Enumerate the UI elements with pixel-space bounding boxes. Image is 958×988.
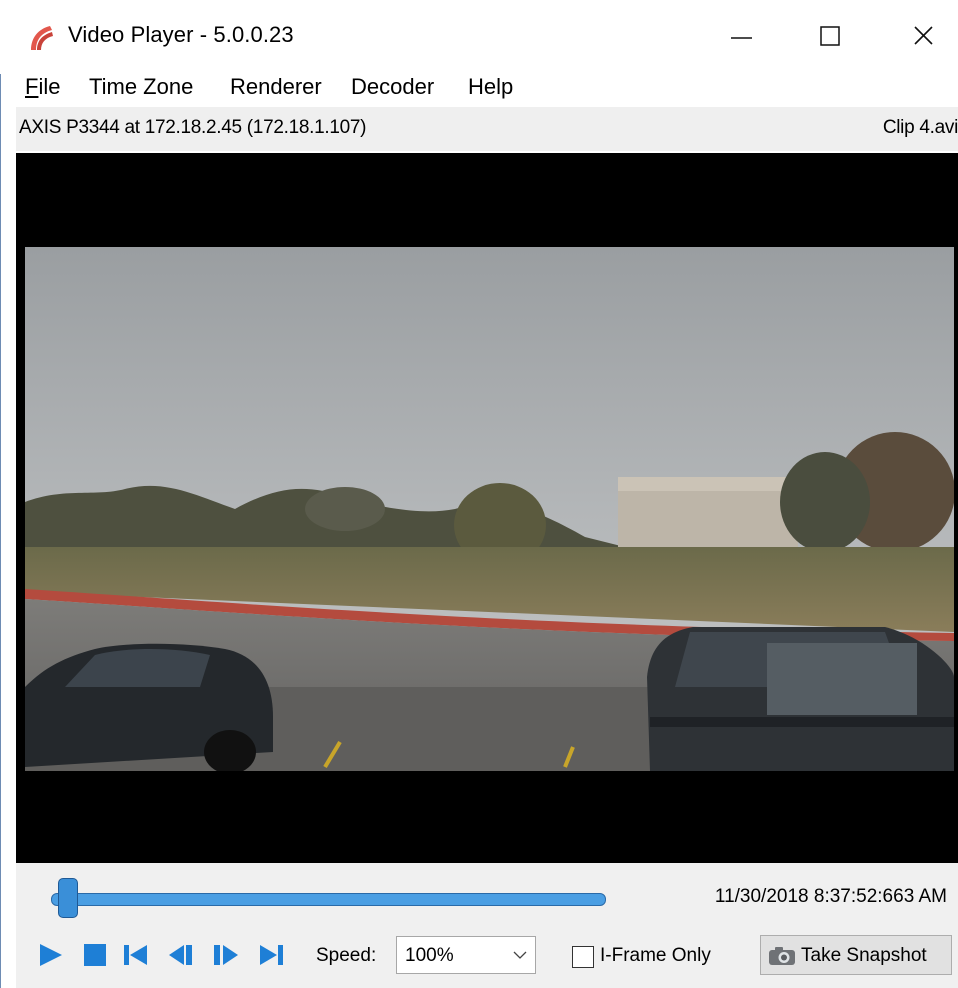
take-snapshot-button[interactable]: Take Snapshot [760,935,952,975]
take-snapshot-label: Take Snapshot [801,945,927,966]
video-display[interactable] [16,153,958,863]
maximize-button[interactable] [802,10,858,62]
maximize-icon [820,26,840,46]
iframe-only-label[interactable]: I-Frame Only [600,945,711,967]
minimize-icon [731,37,752,39]
info-bar: AXIS P3344 at 172.18.2.45 (172.18.1.107)… [16,107,958,151]
camera-icon [769,947,795,965]
speed-label: Speed: [316,945,377,966]
seek-slider-thumb[interactable] [58,878,78,918]
camera-info: AXIS P3344 at 172.18.2.45 (172.18.1.107) [19,117,367,138]
menu-help[interactable]: Help [468,74,513,100]
close-icon [914,26,933,45]
video-player-window: Video Player - 5.0.0.23 File Time Zone R… [0,0,958,988]
step-back-icon[interactable] [166,942,196,968]
clip-name: Clip 4.avi [882,117,958,138]
close-button[interactable] [895,10,951,62]
step-forward-icon[interactable] [211,942,241,968]
last-frame-icon[interactable] [256,942,286,968]
chevron-down-icon [513,951,527,959]
window-title: Video Player - 5.0.0.23 [68,22,294,47]
menu-file[interactable]: File [25,74,60,100]
iframe-only-checkbox[interactable] [572,946,594,968]
seek-slider[interactable] [51,893,606,906]
menu-renderer[interactable]: Renderer [230,74,322,100]
play-icon[interactable] [36,942,66,968]
stop-icon[interactable] [81,942,111,968]
first-frame-icon[interactable] [121,942,151,968]
menu-file-label: ile [38,74,61,99]
title-bar[interactable]: Video Player - 5.0.0.23 [0,0,958,74]
minimize-button[interactable] [713,10,769,62]
playback-controls: 11/30/2018 8:37:52:663 AM Speed: 100% I-… [16,863,958,988]
playback-timestamp: 11/30/2018 8:37:52:663 AM [714,886,947,907]
app-logo-icon [31,26,53,50]
speed-dropdown[interactable]: 100% [396,936,536,974]
menu-file-accelerator: F [25,74,39,99]
menu-decoder[interactable]: Decoder [351,74,434,100]
window-border [0,0,1,988]
menu-time-zone[interactable]: Time Zone [89,74,193,100]
video-frame [25,247,954,771]
speed-value: 100% [405,945,454,966]
menu-bar: File Time Zone Renderer Decoder Help [0,72,958,104]
